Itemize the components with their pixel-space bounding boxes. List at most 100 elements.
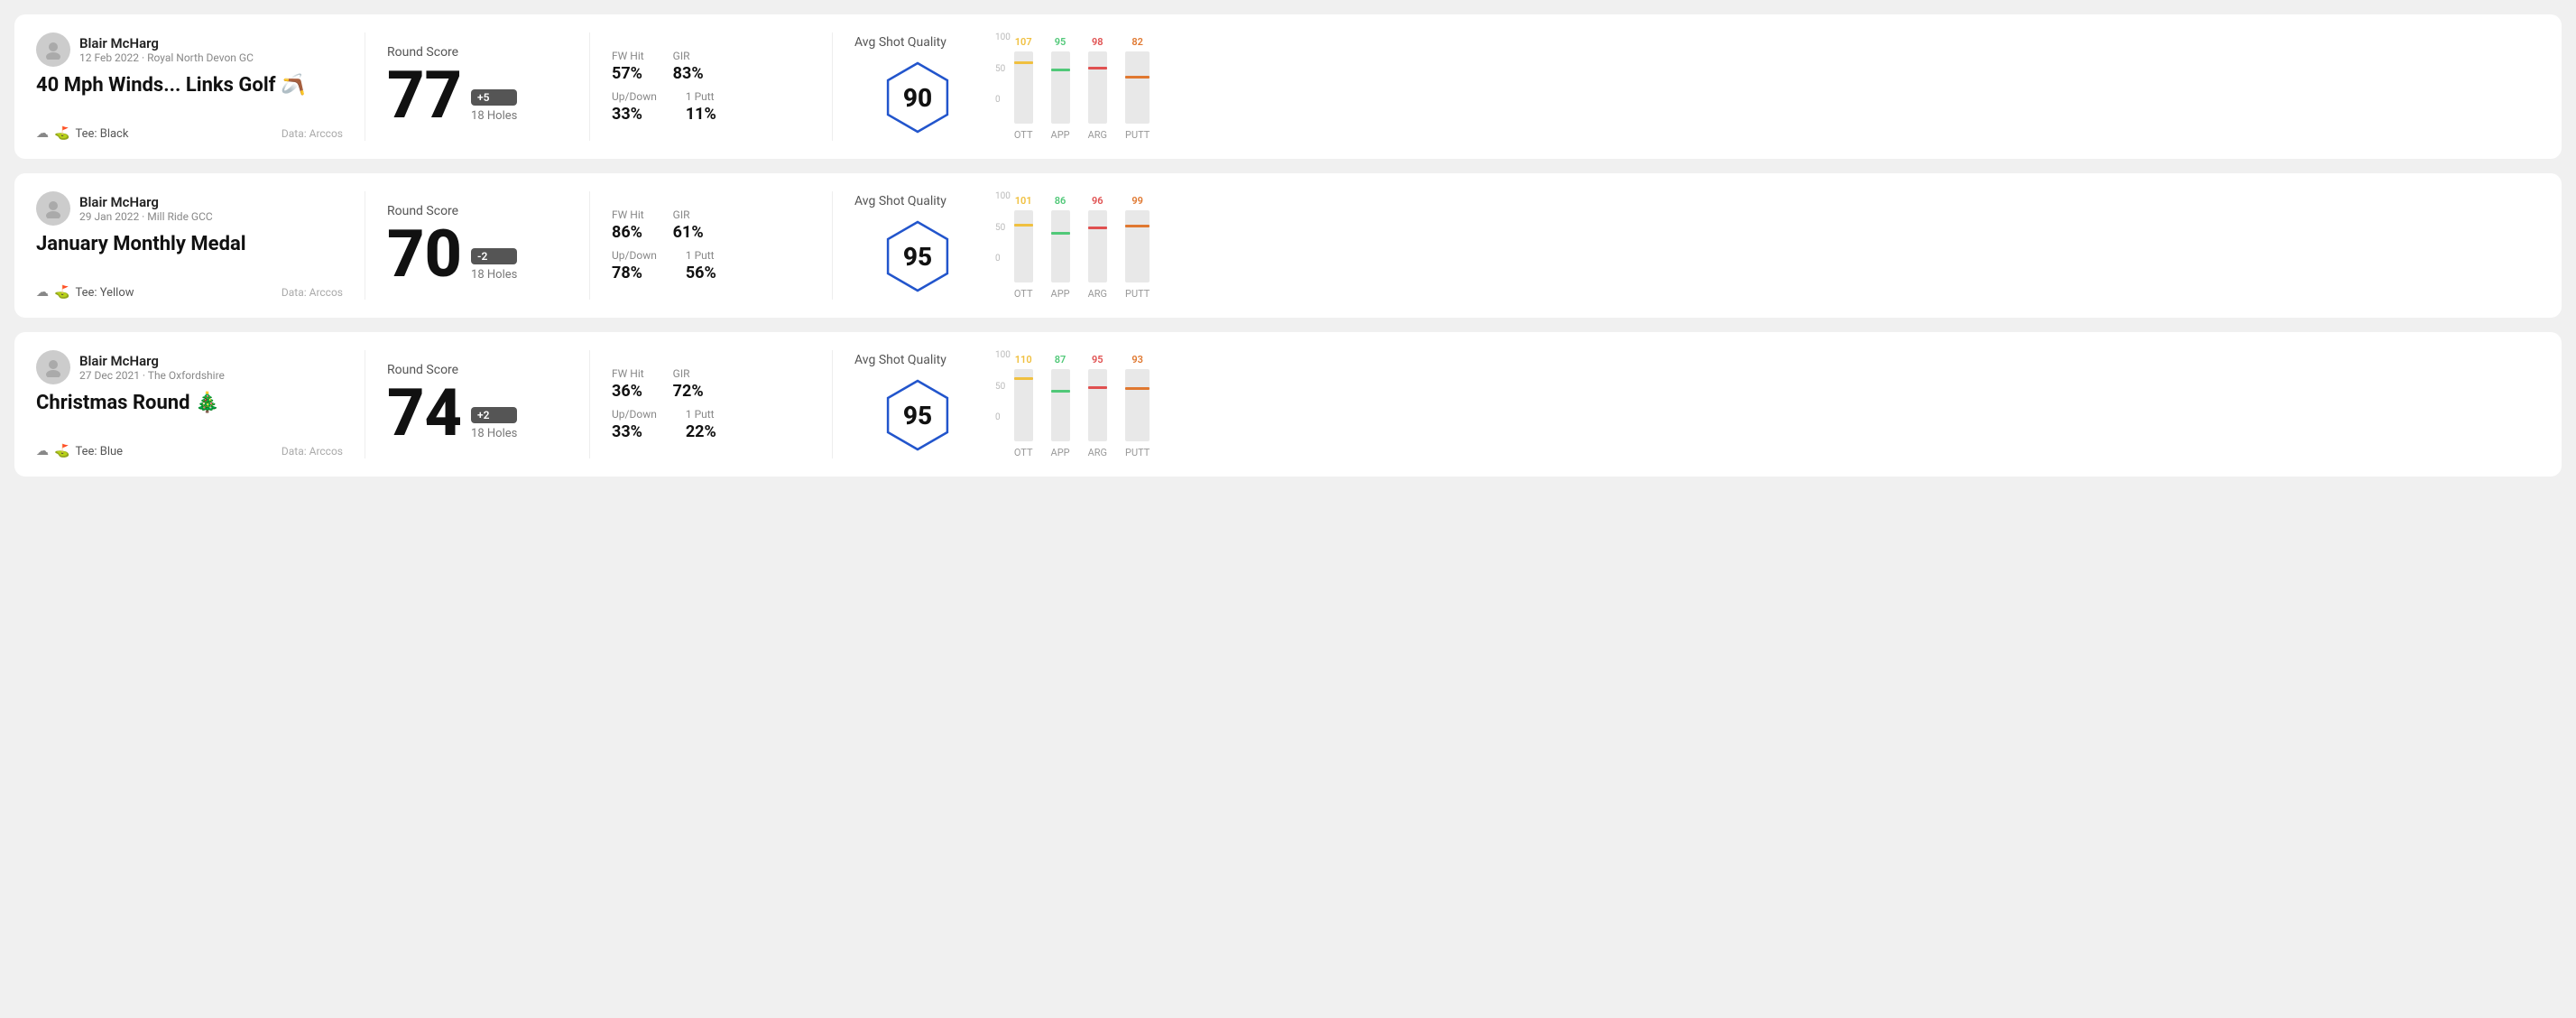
score-section: Round Score 74 +2 18 Holes [387, 350, 568, 458]
bar-line [1088, 67, 1107, 69]
chart-x-label: OTT [1014, 288, 1033, 300]
bar-background [1125, 369, 1150, 441]
quality-section: Avg Shot Quality 95 [854, 191, 981, 300]
score-diff-badge: -2 [471, 248, 517, 264]
chart-column: 110 OTT [1014, 354, 1033, 458]
vertical-divider [589, 32, 590, 141]
weather-icon: ☁ [36, 285, 49, 300]
bar-background [1051, 210, 1070, 282]
vertical-divider [589, 350, 590, 458]
chart-column: 96 ARG [1088, 195, 1107, 300]
stat-updown-value: 78% [612, 264, 657, 282]
bar-area [1051, 369, 1070, 441]
stat-gir: GIR 72% [673, 367, 704, 401]
chart-top-label: 87 [1055, 354, 1066, 366]
y-label: 50 [995, 382, 1011, 392]
stat-gir-value: 61% [673, 223, 704, 242]
chart-top-label: 82 [1131, 36, 1143, 48]
chart-top-label: 110 [1015, 354, 1032, 366]
bar-line [1051, 69, 1070, 71]
quality-score: 95 [903, 242, 932, 272]
bar-area [1125, 210, 1150, 282]
round-card: Blair McHarg 12 Feb 2022 · Royal North D… [14, 14, 2562, 159]
bar-area [1088, 369, 1107, 441]
tee-label: Tee: Yellow [75, 286, 134, 300]
holes-label: 18 Holes [471, 109, 517, 123]
chart-column: 98 ARG [1088, 36, 1107, 141]
avatar [36, 350, 70, 384]
bar-line [1014, 377, 1033, 380]
chart-x-label: ARG [1088, 447, 1107, 458]
bar-chart: 101 OTT 86 APP 96 [1014, 191, 1150, 300]
bar-background [1088, 51, 1107, 124]
avatar [36, 191, 70, 226]
chart-section: 100500 110 OTT 87 APP 95 [981, 350, 2540, 458]
chart-top-label: 99 [1131, 195, 1143, 207]
tee-info: ☁ ⛳ Tee: Black [36, 126, 128, 141]
quality-section: Avg Shot Quality 95 [854, 350, 981, 458]
stat-fw-hit: FW Hit 57% [612, 50, 644, 83]
stat-one-putt-value: 56% [686, 264, 716, 282]
bar-area [1125, 369, 1150, 441]
bar-chart: 107 OTT 95 APP 98 [1014, 32, 1150, 141]
stat-one-putt: 1 Putt 22% [686, 408, 716, 441]
bar-background [1125, 51, 1150, 124]
score-section: Round Score 77 +5 18 Holes [387, 32, 568, 141]
user-name: Blair McHarg [79, 194, 213, 210]
score-number: 70 [387, 222, 462, 287]
user-info: Blair McHarg 12 Feb 2022 · Royal North D… [79, 35, 254, 64]
bar-line [1125, 225, 1150, 227]
stats-row-bottom: Up/Down 33% 1 Putt 22% [612, 408, 810, 441]
user-row: Blair McHarg 12 Feb 2022 · Royal North D… [36, 32, 343, 67]
data-source: Data: Arccos [282, 445, 343, 458]
golf-icon: ⛳ [54, 285, 69, 300]
stat-one-putt-label: 1 Putt [686, 249, 716, 262]
bar-line [1088, 227, 1107, 229]
stat-one-putt: 1 Putt 11% [686, 90, 716, 124]
chart-x-label: ARG [1088, 129, 1107, 141]
golf-icon: ⛳ [54, 444, 69, 458]
bar-background [1088, 369, 1107, 441]
score-section: Round Score 70 -2 18 Holes [387, 191, 568, 300]
bar-area [1051, 210, 1070, 282]
score-diff-badge: +5 [471, 89, 517, 106]
bar-chart-wrapper: 100500 107 OTT 95 APP 98 [995, 32, 2540, 141]
y-label: 100 [995, 191, 1011, 201]
card-footer: ☁ ⛳ Tee: Blue Data: Arccos [36, 444, 343, 458]
bar-area [1014, 51, 1033, 124]
stat-fw-hit: FW Hit 36% [612, 367, 644, 401]
chart-column: 95 ARG [1088, 354, 1107, 458]
tee-info: ☁ ⛳ Tee: Blue [36, 444, 123, 458]
user-date: 27 Dec 2021 · The Oxfordshire [79, 369, 225, 382]
chart-column: 99 PUTT [1125, 195, 1150, 300]
chart-column: 86 APP [1051, 195, 1070, 300]
card-footer: ☁ ⛳ Tee: Yellow Data: Arccos [36, 285, 343, 300]
stat-gir-value: 83% [673, 64, 704, 83]
stat-updown-value: 33% [612, 105, 657, 124]
chart-x-label: PUTT [1125, 447, 1150, 458]
avatar [36, 32, 70, 67]
stats-section: FW Hit 57% GIR 83% Up/Down 33% 1 Putt 11… [612, 32, 810, 141]
bar-area [1014, 369, 1033, 441]
vertical-divider [832, 350, 833, 458]
score-row: 74 +2 18 Holes [387, 381, 568, 446]
stat-fw-hit: FW Hit 86% [612, 208, 644, 242]
bar-background [1014, 210, 1033, 282]
chart-column: 87 APP [1051, 354, 1070, 458]
stat-updown-value: 33% [612, 422, 657, 441]
stats-section: FW Hit 86% GIR 61% Up/Down 78% 1 Putt 56… [612, 191, 810, 300]
stat-one-putt: 1 Putt 56% [686, 249, 716, 282]
vertical-divider [832, 32, 833, 141]
chart-column: 93 PUTT [1125, 354, 1150, 458]
stat-gir-label: GIR [673, 208, 704, 221]
quality-score: 95 [903, 401, 932, 430]
user-info: Blair McHarg 29 Jan 2022 · Mill Ride GCC [79, 194, 213, 223]
chart-top-label: 93 [1131, 354, 1143, 366]
user-name: Blair McHarg [79, 353, 225, 369]
bar-area [1051, 51, 1070, 124]
tee-info: ☁ ⛳ Tee: Yellow [36, 285, 134, 300]
round-card: Blair McHarg 27 Dec 2021 · The Oxfordshi… [14, 332, 2562, 477]
user-icon [43, 199, 63, 218]
bar-line [1125, 76, 1150, 79]
chart-y-labels: 100500 [995, 32, 1014, 105]
